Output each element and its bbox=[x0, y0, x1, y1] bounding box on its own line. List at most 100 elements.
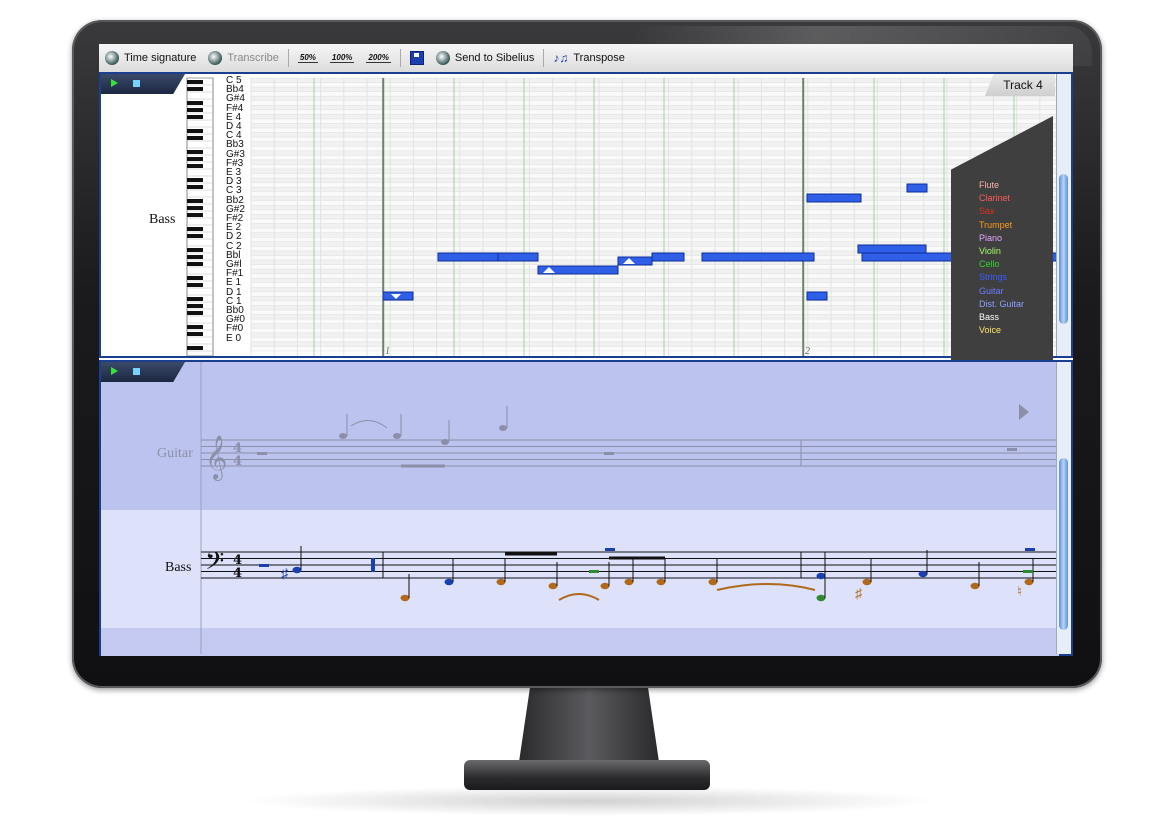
instrument-list-item[interactable]: Flute bbox=[979, 180, 999, 190]
piano-black-key bbox=[187, 255, 203, 259]
instrument-list-item[interactable]: Strings bbox=[979, 272, 1007, 282]
piano-black-key bbox=[187, 325, 203, 329]
pitch-row bbox=[250, 277, 1059, 283]
bass-rest bbox=[589, 570, 599, 573]
pitch-row bbox=[250, 268, 1059, 274]
piano-black-key bbox=[187, 115, 203, 119]
monitor-stand-base bbox=[464, 760, 710, 790]
piano-black-key bbox=[187, 213, 203, 217]
piano-black-key bbox=[187, 178, 203, 182]
save-button[interactable] bbox=[404, 47, 430, 69]
pitch-row bbox=[250, 105, 1059, 111]
pitch-row bbox=[250, 237, 1059, 243]
whole-rest bbox=[257, 452, 267, 455]
zoom-100-icon: 100% bbox=[329, 53, 355, 63]
send-to-sibelius-button[interactable]: Send to Sibelius bbox=[430, 47, 541, 69]
pitch-row bbox=[250, 91, 1059, 97]
pitch-row bbox=[250, 155, 1059, 161]
pitch-row bbox=[250, 264, 1059, 270]
instrument-list-item[interactable]: Sax bbox=[979, 206, 995, 216]
pitch-row bbox=[250, 123, 1059, 129]
zoom-200-button[interactable]: 200% bbox=[360, 47, 396, 69]
instrument-list-item[interactable]: Piano bbox=[979, 233, 1002, 243]
monitor-stand-neck bbox=[519, 686, 659, 762]
instrument-list-item[interactable]: Clarinet bbox=[979, 193, 1010, 203]
scrollbar-thumb[interactable] bbox=[1059, 458, 1068, 630]
piano-roll-note bbox=[617, 256, 653, 266]
piano-roll-note bbox=[437, 252, 503, 262]
transpose-button[interactable]: ♪♫ Transpose bbox=[547, 47, 631, 69]
piano-roll-note bbox=[651, 252, 685, 262]
pitch-row bbox=[250, 186, 1059, 192]
instrument-list-item[interactable]: Cello bbox=[979, 259, 1000, 269]
bass-note bbox=[708, 578, 718, 586]
pitch-row bbox=[250, 132, 1059, 138]
bass-note bbox=[624, 578, 634, 586]
piano-roll-note bbox=[806, 291, 828, 301]
pitch-row bbox=[250, 173, 1059, 179]
pitch-row bbox=[250, 136, 1059, 142]
whole-rest bbox=[1007, 448, 1017, 451]
bass-note bbox=[862, 578, 872, 586]
transpose-label: Transpose bbox=[573, 52, 625, 64]
piano-black-key bbox=[187, 276, 203, 280]
piano-black-key bbox=[187, 136, 203, 140]
pitch-row bbox=[250, 200, 1059, 206]
instrument-list-item[interactable]: Dist. Guitar bbox=[979, 299, 1024, 309]
pitch-row bbox=[250, 309, 1059, 315]
pitch-row bbox=[250, 305, 1059, 311]
pitch-row bbox=[250, 337, 1059, 343]
pitch-row bbox=[250, 146, 1059, 152]
pitch-row bbox=[250, 205, 1059, 211]
instrument-list-item[interactable]: Voice bbox=[979, 325, 1001, 335]
piano-roll-note bbox=[857, 244, 927, 254]
pitch-row bbox=[250, 227, 1059, 233]
piano-roll-scrollbar[interactable] bbox=[1056, 74, 1071, 356]
bass-rest bbox=[1023, 570, 1033, 573]
piano-black-key bbox=[187, 164, 203, 168]
pitch-row bbox=[250, 318, 1059, 324]
bass-note bbox=[496, 578, 506, 586]
piano-black-key bbox=[187, 311, 203, 315]
piano-roll-panel: Bass 12 C 5 Bb4 G#4 F#4 E 4D 4C 4 Bb3 G#3 F#3 E … bbox=[99, 72, 1073, 360]
pitch-row bbox=[250, 141, 1059, 147]
instrument-list-item[interactable]: Violin bbox=[979, 246, 1001, 256]
zoom-100-button[interactable]: 100% bbox=[324, 47, 360, 69]
pitch-row bbox=[250, 296, 1059, 302]
sibelius-icon bbox=[435, 51, 450, 65]
piano-black-key bbox=[187, 101, 203, 105]
score-scrollbar[interactable] bbox=[1056, 362, 1071, 654]
transpose-notes-icon: ♪♫ bbox=[553, 51, 569, 65]
save-icon bbox=[409, 51, 424, 65]
track-tab[interactable]: Track 4 bbox=[985, 74, 1055, 96]
guitar-staff-label: Guitar bbox=[157, 446, 193, 461]
piano-black-key bbox=[187, 80, 203, 84]
pitch-row bbox=[250, 127, 1059, 133]
pitch-row bbox=[250, 95, 1059, 102]
pitch-row bbox=[250, 168, 1059, 174]
transcribe-button[interactable]: Transcribe bbox=[202, 47, 285, 69]
score-panel: 𝄞 𝄢 4 4 4 4 ♯ ♯ ♮ Guitar Bass bbox=[99, 360, 1073, 656]
piano-roll-note bbox=[701, 252, 815, 262]
guitar-time-sig-bottom: 4 bbox=[233, 454, 242, 469]
bass-staff-label: Bass bbox=[165, 560, 192, 575]
piano-roll-note bbox=[806, 193, 862, 203]
instrument-list-item[interactable]: Trumpet bbox=[979, 220, 1012, 230]
scrollbar-thumb[interactable] bbox=[1059, 174, 1068, 324]
instrument-list-item[interactable]: Bass bbox=[979, 312, 999, 322]
score-notation[interactable]: 𝄞𝄢4444 ♯♯ ♮ bbox=[101, 362, 1059, 654]
piano-black-key bbox=[187, 262, 203, 266]
time-signature-button[interactable]: Time signature bbox=[99, 47, 202, 69]
pitch-row bbox=[250, 332, 1059, 338]
piano-black-key bbox=[187, 227, 203, 231]
piano-black-key bbox=[187, 199, 203, 203]
zoom-50-button[interactable]: 50% bbox=[292, 47, 324, 69]
bass-note bbox=[816, 572, 826, 580]
instrument-list-item[interactable]: Guitar bbox=[979, 286, 1004, 296]
sharp-icon: ♯ bbox=[855, 585, 863, 601]
treble-clef-icon: 𝄞 bbox=[205, 435, 227, 481]
tie-arc bbox=[558, 593, 600, 601]
track-tab-label: Track 4 bbox=[1003, 78, 1043, 92]
pitch-row bbox=[250, 177, 1059, 183]
bar-number: 1 bbox=[385, 346, 390, 356]
